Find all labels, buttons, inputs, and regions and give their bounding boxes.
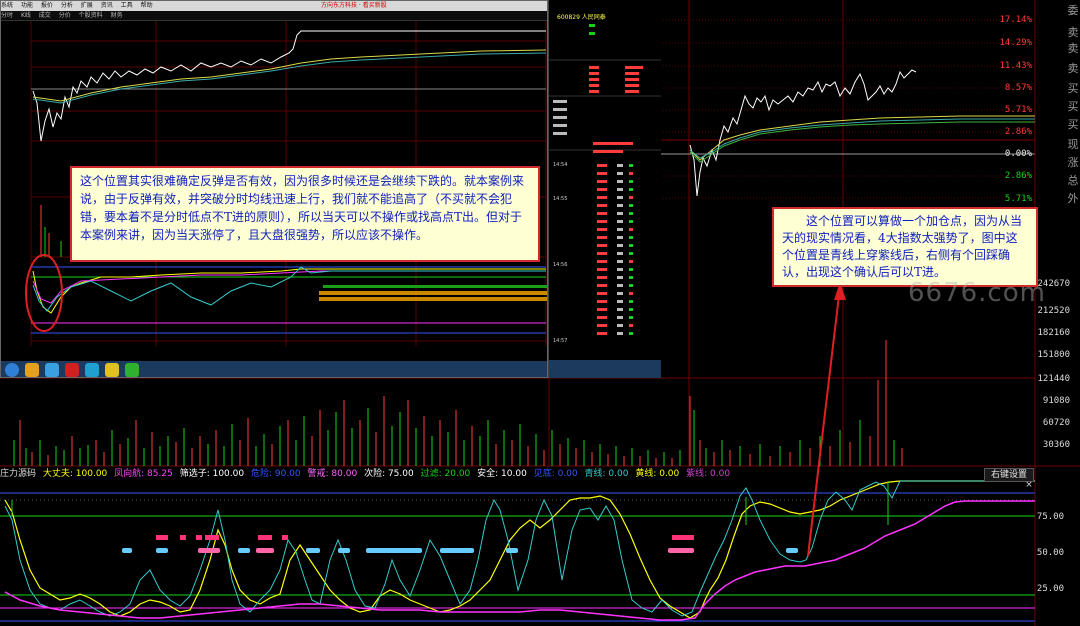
inset-menu-item[interactable]: 资讯 bbox=[101, 2, 113, 9]
browser-icon[interactable] bbox=[45, 363, 59, 377]
close-icon[interactable]: × bbox=[1024, 480, 1034, 490]
side-char: 买 bbox=[1067, 82, 1079, 95]
inset-tabs: 分时 K线 成交 分价 个股资料 财务 bbox=[1, 11, 547, 21]
indicator-value: 安全: 10.00 bbox=[477, 469, 527, 479]
annotation-note-right: 这个位置可以算做一个加仓点，因为从当天的现实情况看，4大指数太强势了，图中这个位… bbox=[772, 207, 1038, 287]
price-axis-label: 0.00% bbox=[1004, 149, 1032, 159]
side-char: 卖 bbox=[1067, 62, 1079, 75]
side-char: 总 bbox=[1067, 174, 1079, 187]
inset-menu-item[interactable]: 报价 bbox=[41, 2, 53, 9]
inset-menu-item[interactable]: 分析 bbox=[61, 2, 73, 9]
app-icon[interactable] bbox=[125, 363, 139, 377]
inset-window-title: 方向东方科技 · 看买新股 bbox=[321, 2, 387, 9]
indicator-value: 青线: 0.00 bbox=[584, 469, 629, 479]
inset-menu-item[interactable]: 系统 bbox=[1, 2, 13, 9]
side-char: 现 bbox=[1067, 138, 1079, 151]
inset-taskbar bbox=[1, 361, 547, 377]
price-axis-label: 5.71% bbox=[1004, 105, 1032, 115]
side-char: 卖 bbox=[1067, 42, 1079, 55]
inset-quote-panel: 600829 人民同泰 14:54 14:55 14:56 14:57 bbox=[548, 0, 661, 378]
indicator-value: 次险: 75.00 bbox=[364, 469, 414, 479]
watermark: 6676.com bbox=[908, 278, 1046, 308]
volume-axis-label: 151800 bbox=[1037, 350, 1070, 360]
indicator-value: 警戒: 80.00 bbox=[307, 469, 358, 479]
inset-menu-item[interactable]: 扩展 bbox=[81, 2, 93, 9]
side-char: 买 bbox=[1067, 118, 1079, 131]
indicator-value: 筛选子: 100.00 bbox=[179, 469, 245, 479]
side-char: 委 bbox=[1067, 4, 1079, 17]
price-axis-label: 17.14% bbox=[999, 15, 1032, 25]
app-icon[interactable] bbox=[65, 363, 79, 377]
avg-line-green bbox=[689, 121, 1035, 163]
indicator-value: 过滤: 20.00 bbox=[420, 469, 471, 479]
annotation-note-left: 这个位置其实很难确定反弹是否有效，因为很多时候还是会继续下跌的。就本案例来说，由… bbox=[70, 166, 540, 262]
indicator-value: 大丈夫: 100.00 bbox=[42, 469, 108, 479]
price-axis-label: 2.86% bbox=[1004, 171, 1032, 181]
inset-tab[interactable]: 成交 bbox=[39, 12, 51, 19]
inset-tab[interactable]: 个股资料 bbox=[79, 12, 103, 19]
app-icon[interactable] bbox=[85, 363, 99, 377]
indicator-value: 危险: 90.00 bbox=[250, 469, 301, 479]
side-char: 卖 bbox=[1067, 26, 1079, 39]
volume-axis-label: 60720 bbox=[1042, 418, 1070, 428]
volume-axis-label: 182160 bbox=[1037, 328, 1070, 338]
indicator-value: 紫线: 0.00 bbox=[686, 469, 731, 479]
trade-time: 14:56 bbox=[553, 262, 568, 268]
price-axis-label: 5.71% bbox=[1004, 194, 1032, 204]
inset-menu-item[interactable]: 工具 bbox=[121, 2, 133, 9]
folder-icon[interactable] bbox=[25, 363, 39, 377]
volume-axis-label: 121440 bbox=[1037, 374, 1070, 384]
price-axis-label: 14.29% bbox=[999, 38, 1032, 48]
volume-axis-label: 30360 bbox=[1042, 440, 1070, 450]
oscillator-axis-label: 50.00 bbox=[1036, 548, 1064, 558]
side-char: 涨 bbox=[1067, 156, 1079, 169]
side-char: 外 bbox=[1067, 192, 1079, 205]
indicator-value: 黄线: 0.00 bbox=[635, 469, 680, 479]
quote-panel-title: 600829 人民同泰 bbox=[557, 14, 606, 21]
indicator-value: 见底: 0.00 bbox=[533, 469, 578, 479]
indicator-name: 庄力源码 bbox=[0, 469, 37, 479]
inset-menubar: 系统 功能 报价 分析 扩展 资讯 工具 帮助 bbox=[1, 1, 547, 11]
side-char: 买 bbox=[1067, 100, 1079, 113]
price-line-white bbox=[689, 69, 917, 197]
price-axis-label: 11.43% bbox=[999, 61, 1032, 71]
indicator-value: 凤向航: 85.25 bbox=[114, 469, 173, 479]
oscillator-panel bbox=[0, 480, 1035, 622]
trade-time: 14:57 bbox=[553, 338, 568, 344]
trade-time: 14:54 bbox=[553, 162, 568, 168]
price-axis-label: 2.86% bbox=[1004, 127, 1032, 137]
trade-time: 14:55 bbox=[553, 196, 568, 202]
indicator-status-bar: 庄力源码 大丈夫: 100.00 凤向航: 85.25 筛选子: 100.00 … bbox=[0, 468, 1080, 480]
quote-panel-graphic bbox=[549, 0, 661, 378]
start-icon[interactable] bbox=[5, 363, 19, 377]
inset-menu-item[interactable]: 功能 bbox=[21, 2, 33, 9]
inset-tab[interactable]: 财务 bbox=[111, 12, 123, 19]
inset-tab[interactable]: K线 bbox=[21, 12, 31, 19]
price-axis-label: 8.57% bbox=[1004, 83, 1032, 93]
oscillator-axis-label: 75.00 bbox=[1036, 512, 1064, 522]
app-icon[interactable] bbox=[105, 363, 119, 377]
inset-menu-item[interactable]: 帮助 bbox=[141, 2, 153, 9]
oscillator-axis-label: 25.00 bbox=[1036, 584, 1064, 594]
volume-axis-label: 91080 bbox=[1042, 396, 1070, 406]
inset-tab[interactable]: 分时 bbox=[1, 12, 13, 19]
inset-tab[interactable]: 分价 bbox=[59, 12, 71, 19]
